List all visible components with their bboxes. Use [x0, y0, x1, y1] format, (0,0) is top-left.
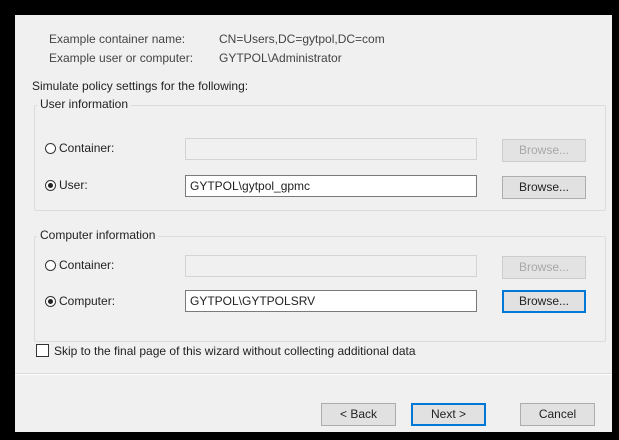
- computer-information-group: [34, 236, 606, 342]
- next-button[interactable]: Next >: [411, 403, 486, 426]
- skip-to-final-page-label: Skip to the final page of this wizard wi…: [54, 344, 416, 358]
- user-radio[interactable]: [45, 180, 56, 191]
- user-container-radio[interactable]: [45, 143, 56, 154]
- user-field[interactable]: GYTPOL\gytpol_gpmc: [185, 175, 477, 197]
- back-button[interactable]: < Back: [321, 403, 396, 426]
- user-container-browse-button[interactable]: Browse...: [502, 139, 586, 162]
- computer-label: Computer:: [59, 294, 116, 308]
- gpo-modeling-wizard-dialog: Example container name: CN=Users,DC=gytp…: [15, 15, 612, 432]
- user-container-field[interactable]: [185, 138, 477, 160]
- user-container-label: Container:: [59, 141, 115, 155]
- example-user-label: Example user or computer:: [49, 51, 194, 65]
- computer-browse-button[interactable]: Browse...: [502, 290, 586, 313]
- example-container-value: CN=Users,DC=gytpol,DC=com: [219, 32, 385, 46]
- skip-to-final-page-checkbox[interactable]: [36, 344, 49, 357]
- user-information-title: User information: [37, 97, 132, 111]
- example-container-label: Example container name:: [49, 32, 186, 46]
- computer-container-radio[interactable]: [45, 260, 56, 271]
- user-label: User:: [59, 178, 88, 192]
- computer-information-title: Computer information: [37, 228, 159, 242]
- computer-container-field[interactable]: [185, 255, 477, 277]
- footer-separator: [15, 373, 612, 375]
- computer-container-label: Container:: [59, 258, 115, 272]
- computer-radio[interactable]: [45, 296, 56, 307]
- simulate-heading: Simulate policy settings for the followi…: [32, 79, 249, 93]
- computer-container-browse-button[interactable]: Browse...: [502, 256, 586, 279]
- example-user-value: GYTPOL\Administrator: [219, 51, 342, 65]
- computer-field[interactable]: GYTPOL\GYTPOLSRV: [185, 290, 477, 312]
- cancel-button[interactable]: Cancel: [520, 403, 595, 426]
- user-browse-button[interactable]: Browse...: [502, 176, 586, 199]
